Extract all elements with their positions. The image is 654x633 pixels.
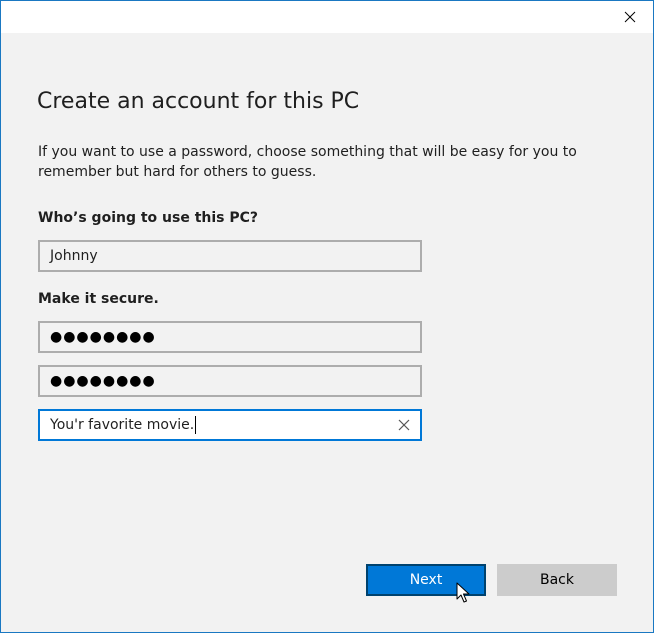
title-bar (1, 1, 653, 33)
account-setup-window: Create an account for this PC If you wan… (0, 0, 654, 633)
clear-text-button[interactable] (394, 415, 414, 435)
clear-icon (398, 419, 410, 431)
username-value: Johnny (50, 248, 98, 264)
confirm-password-field[interactable]: ●●●●●●●● (38, 365, 422, 397)
confirm-password-value: ●●●●●●●● (50, 373, 156, 389)
password-field[interactable]: ●●●●●●●● (38, 321, 422, 353)
close-icon (624, 11, 636, 23)
page-description: If you want to use a password, choose so… (38, 144, 577, 180)
text-caret (195, 416, 197, 434)
back-button[interactable]: Back (497, 564, 617, 596)
user-label: Who’s going to use this PC? (38, 210, 259, 226)
close-button[interactable] (607, 1, 653, 33)
page-title: Create an account for this PC (37, 89, 360, 114)
security-label: Make it secure. (38, 291, 159, 307)
password-hint-field[interactable]: You'r favorite movie. (38, 409, 422, 441)
password-hint-value: You'r favorite movie. (50, 417, 195, 433)
mouse-pointer-icon (456, 582, 470, 603)
username-field[interactable]: Johnny (38, 240, 422, 272)
password-value: ●●●●●●●● (50, 329, 156, 345)
